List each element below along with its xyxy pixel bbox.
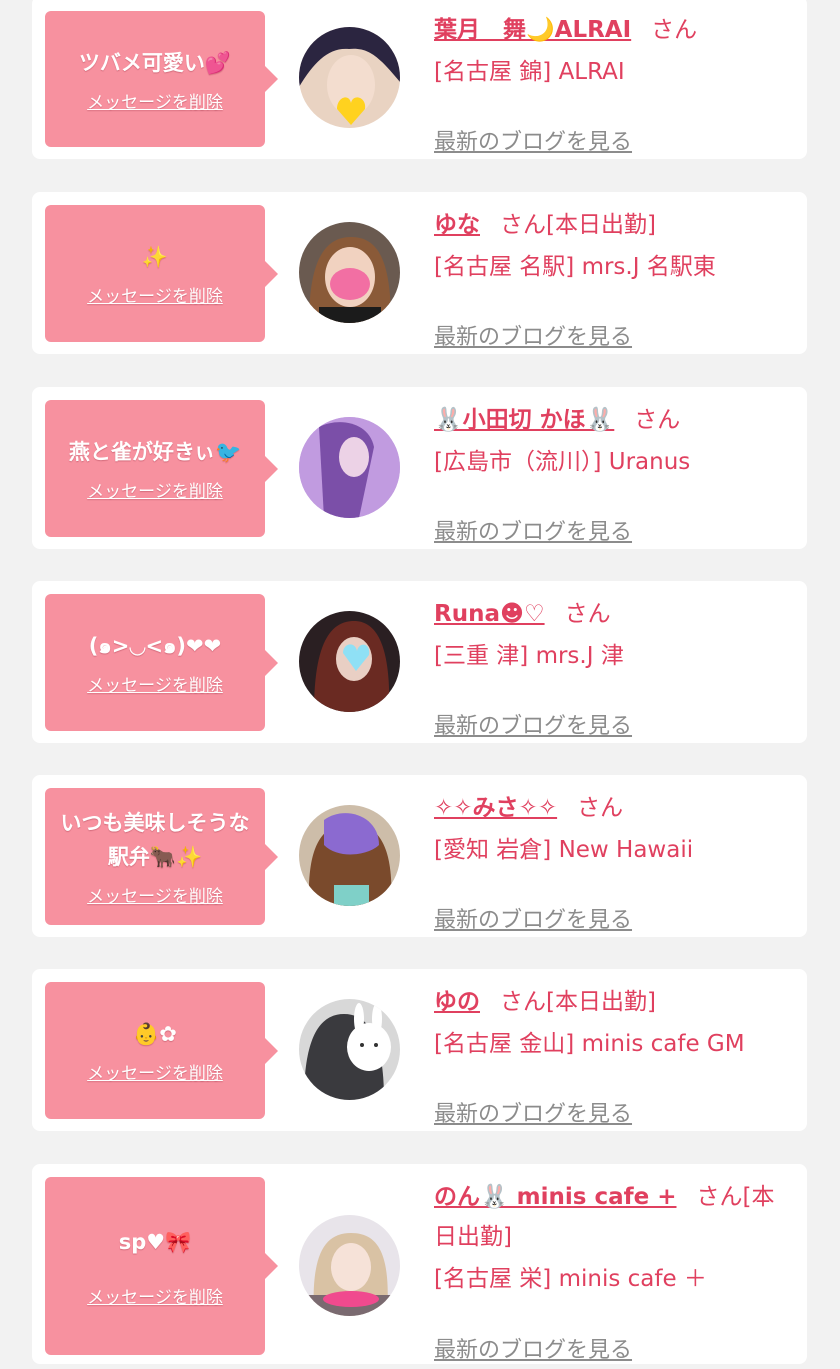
favorite-card: 👶✿ メッセージを削除 ゆの さん[本日出勤] [名古屋 金山] minis ca… xyxy=(32,969,807,1131)
avatar-photo-icon xyxy=(299,222,400,323)
latest-blog-link[interactable]: 最新のブログを見る xyxy=(434,1096,632,1128)
avatar[interactable] xyxy=(299,222,400,323)
latest-blog-link[interactable]: 最新のブログを見る xyxy=(434,1332,632,1364)
shop-name: [名古屋 栄] minis cafe ＋ xyxy=(434,1266,707,1292)
message-text: 👶✿ xyxy=(133,1022,177,1046)
favorite-card: ツバメ可愛い💕 メッセージを削除 葉月 舞🌙ALRAI さん [名古屋 錦] AL… xyxy=(32,0,807,159)
message-bubble: 燕と雀が好きぃ🐦 メッセージを削除 xyxy=(45,400,278,537)
name-suffix: さん xyxy=(651,17,698,43)
girl-name-link[interactable]: 🐰小田切 かほ🐰 xyxy=(434,407,614,433)
avatar[interactable] xyxy=(299,611,400,712)
girl-info: ゆな さん[本日出勤] [名古屋 名駅] mrs.J 名駅東 最新のブログを見る xyxy=(434,205,784,350)
message-bubble: (๑>◡<๑)❤❤ メッセージを削除 xyxy=(45,594,278,731)
message-text: (๑>◡<๑)❤❤ xyxy=(88,634,222,658)
avatar-photo-icon xyxy=(299,611,400,712)
latest-blog-link[interactable]: 最新のブログを見る xyxy=(434,902,632,934)
message-text: 燕と雀が好きぃ🐦 xyxy=(68,440,242,464)
avatar[interactable] xyxy=(299,417,400,518)
latest-blog-link[interactable]: 最新のブログを見る xyxy=(434,708,632,740)
favorite-card: sp♥🎀 メッセージを削除 のん🐰 minis cafe + さん[本日出勤] [… xyxy=(32,1164,807,1364)
girl-name-link[interactable]: のん🐰 minis cafe + xyxy=(434,1184,677,1210)
avatar[interactable] xyxy=(299,999,400,1100)
avatar-photo-icon xyxy=(299,417,400,518)
girl-name-link[interactable]: ✧✧みさ✧✧ xyxy=(434,795,557,821)
shop-name: [広島市（流川）] Uranus xyxy=(434,449,691,475)
avatar[interactable] xyxy=(299,805,400,906)
name-suffix: さん[本日出勤] xyxy=(500,212,656,238)
girl-info: ゆの さん[本日出勤] [名古屋 金山] minis cafe GM 最新のブログ… xyxy=(434,982,784,1127)
delete-message-link[interactable]: メッセージを削除 xyxy=(87,1059,223,1084)
delete-message-link[interactable]: メッセージを削除 xyxy=(87,282,223,307)
message-text: いつも美味しそうな駅弁🐂✨ xyxy=(60,811,250,869)
message-bubble: 👶✿ メッセージを削除 xyxy=(45,982,278,1119)
message-text: sp♥🎀 xyxy=(118,1229,192,1254)
avatar-photo-icon xyxy=(299,805,400,906)
avatar-photo-icon xyxy=(299,1215,400,1316)
avatar-photo-icon xyxy=(299,999,400,1100)
avatar[interactable] xyxy=(299,1215,400,1316)
girl-name-link[interactable]: ゆの xyxy=(434,989,480,1015)
girl-name-link[interactable]: Runa☻♡ xyxy=(434,601,545,627)
delete-message-link[interactable]: メッセージを削除 xyxy=(87,477,223,502)
shop-name: [三重 津] mrs.J 津 xyxy=(434,643,624,669)
girl-name-link[interactable]: ゆな xyxy=(434,212,480,238)
latest-blog-link[interactable]: 最新のブログを見る xyxy=(434,124,632,156)
name-suffix: さん[本日出勤] xyxy=(500,989,656,1015)
favorite-card: いつも美味しそうな駅弁🐂✨ メッセージを削除 ✧✧みさ✧✧ さん [愛知 岩倉] … xyxy=(32,775,807,937)
girl-info: ✧✧みさ✧✧ さん [愛知 岩倉] New Hawaii 最新のブログを見る xyxy=(434,788,784,933)
delete-message-link[interactable]: メッセージを削除 xyxy=(87,882,223,907)
message-bubble: sp♥🎀 メッセージを削除 xyxy=(45,1177,278,1355)
message-bubble: いつも美味しそうな駅弁🐂✨ メッセージを削除 xyxy=(45,788,278,925)
message-text: ツバメ可愛い💕 xyxy=(78,50,232,75)
delete-message-link[interactable]: メッセージを削除 xyxy=(87,88,223,113)
name-suffix: さん xyxy=(634,407,681,433)
message-bubble: ツバメ可愛い💕 メッセージを削除 xyxy=(45,11,278,147)
shop-name: [名古屋 名駅] mrs.J 名駅東 xyxy=(434,254,716,280)
message-text: ✨ xyxy=(141,245,169,269)
shop-name: [名古屋 錦] ALRAI xyxy=(434,59,625,85)
favorite-card: ✨ メッセージを削除 ゆな さん[本日出勤] [名古屋 名駅] mrs.J 名駅東… xyxy=(32,192,807,354)
message-bubble: ✨ メッセージを削除 xyxy=(45,205,278,342)
favorite-card: 燕と雀が好きぃ🐦 メッセージを削除 🐰小田切 かほ🐰 さん [広島市（流川）] U… xyxy=(32,387,807,549)
latest-blog-link[interactable]: 最新のブログを見る xyxy=(434,319,632,351)
favorite-card: (๑>◡<๑)❤❤ メッセージを削除 Runa☻♡ さん [三重 津] mrs.J… xyxy=(32,581,807,743)
girl-info: 葉月 舞🌙ALRAI さん [名古屋 錦] ALRAI 最新のブログを見る xyxy=(434,10,784,155)
girl-info: Runa☻♡ さん [三重 津] mrs.J 津 最新のブログを見る xyxy=(434,594,784,739)
delete-message-link[interactable]: メッセージを削除 xyxy=(87,671,223,696)
avatar-photo-icon xyxy=(299,27,400,128)
avatar[interactable] xyxy=(299,27,400,128)
girl-info: 🐰小田切 かほ🐰 さん [広島市（流川）] Uranus 最新のブログを見る xyxy=(434,400,784,545)
girl-info: のん🐰 minis cafe + さん[本日出勤] [名古屋 栄] minis c… xyxy=(434,1177,784,1363)
shop-name: [名古屋 金山] minis cafe GM xyxy=(434,1031,745,1057)
name-suffix: さん xyxy=(577,795,624,821)
name-suffix: さん xyxy=(564,601,611,627)
shop-name: [愛知 岩倉] New Hawaii xyxy=(434,837,694,863)
latest-blog-link[interactable]: 最新のブログを見る xyxy=(434,514,632,546)
delete-message-link[interactable]: メッセージを削除 xyxy=(87,1283,223,1308)
girl-name-link[interactable]: 葉月 舞🌙ALRAI xyxy=(434,17,631,43)
